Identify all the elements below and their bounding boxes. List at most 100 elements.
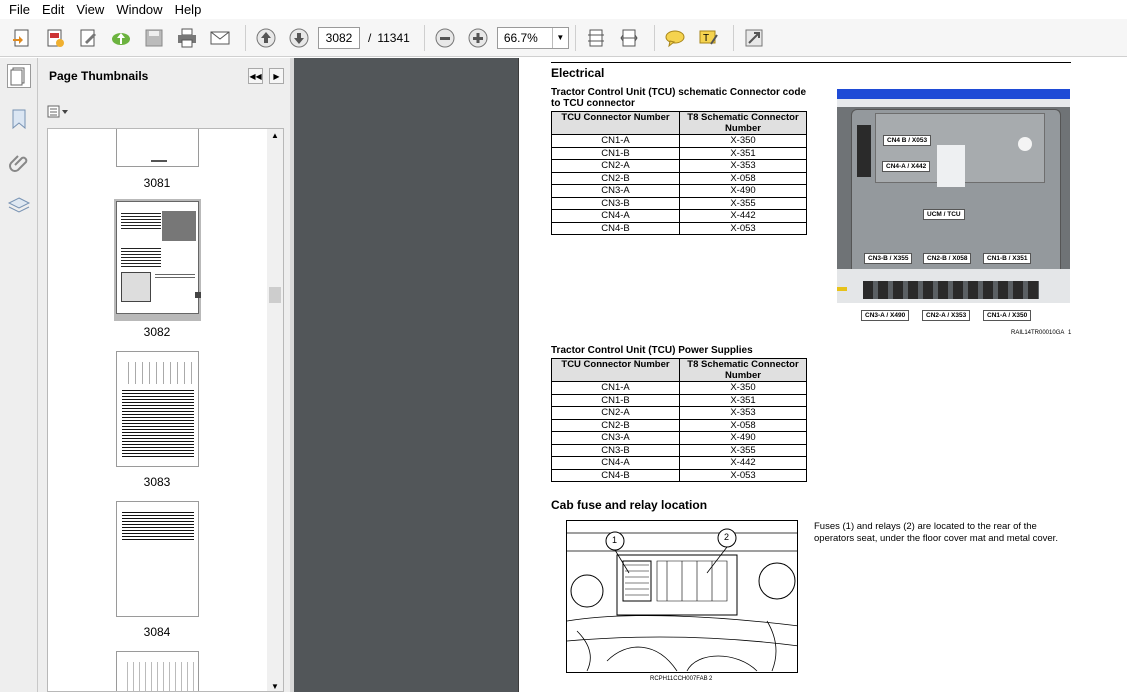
menu-file[interactable]: File [3,0,36,19]
next-page-icon[interactable] [285,24,313,52]
t8-connector-cell: X-351 [679,146,807,160]
toolbar: 3082 / 11341 66.7% ▼ T [0,19,1127,57]
layers-icon[interactable] [7,194,31,218]
zoom-in-icon[interactable] [464,24,492,52]
table-row: CN2-A X-353 [551,159,807,173]
expand-icon[interactable] [740,24,768,52]
save-icon[interactable] [140,24,168,52]
t8-connector-cell: X-350 [679,381,807,395]
thumbnail-page-selected[interactable] [116,201,199,314]
tcu-connector-cell: CN4-B [551,221,680,235]
upload-cloud-icon[interactable] [107,24,135,52]
panel-title: Page Thumbnails [49,69,149,83]
menu-help[interactable]: Help [169,0,208,19]
table-row: CN1-B X-351 [551,146,807,160]
comment-icon[interactable] [661,24,689,52]
t8-connector-cell: X-353 [679,406,807,420]
thumbnail-page[interactable] [116,651,199,691]
zoom-select[interactable]: 66.7% ▼ [496,26,569,49]
tcu-connector-cell: CN3-B [551,196,680,210]
table-header: TCU Connector Number [551,111,680,135]
scroll-down-icon[interactable]: ▼ [271,682,279,691]
scroll-up-icon[interactable]: ▲ [271,131,279,140]
edit-icon[interactable] [74,24,102,52]
fit-width-icon[interactable] [615,24,643,52]
label-cn1a: CN1-A / X350 [983,310,1032,321]
page-number-input[interactable]: 3082 [318,26,360,49]
tcu-connector-cell: CN4-A [551,209,680,223]
t8-connector-cell: X-442 [679,209,807,223]
tcu-photo: CN4 B / X053 CN4-A / X442 UCM / TCU CN3-… [837,89,1070,303]
zoom-value: 66.7% [503,30,538,45]
t8-connector-cell: X-350 [679,134,807,148]
tcu-connector-cell: CN1-A [551,134,680,148]
tcu-connector-cell: CN2-B [551,418,680,432]
tcu-connector-cell: CN2-A [551,159,680,173]
t8-connector-cell: X-490 [679,431,807,445]
label-cn4b: CN4 B / X053 [883,135,932,146]
email-icon[interactable] [206,24,234,52]
tcu-connector-cell: CN4-B [551,468,680,482]
panel-collapse-icon[interactable]: ◀◀ [248,68,263,84]
page-thumbnails-icon[interactable] [7,64,31,88]
table2-caption: Tractor Control Unit (TCU) Power Supplie… [551,345,753,356]
t8-connector-cell: X-442 [679,456,807,470]
options-menu-icon[interactable] [47,105,71,119]
table-row: CN3-A X-490 [551,184,807,198]
table-row: CN1-A X-350 [551,134,807,148]
bookmark-icon[interactable] [7,107,31,131]
t8-connector-cell: X-355 [679,443,807,457]
thumbnail-list[interactable]: 3081 3082 3083 3084 ▲ ▼ [47,128,284,692]
open-icon[interactable] [8,24,36,52]
header-rule [551,62,1071,63]
label-cn4a: CN4-A / X442 [882,161,931,172]
tcu-connector-cell: CN2-B [551,171,680,185]
thumbnail-label: 3081 [143,176,171,190]
connector-table: TCU Connector Number T8 Schematic Connect… [551,111,807,235]
table-header: TCU Connector Number [551,358,680,382]
t8-connector-cell: X-058 [679,171,807,185]
prev-page-icon[interactable] [252,24,280,52]
page-separator: / [368,30,372,45]
thumbnail-scrollbar[interactable]: ▲ ▼ [267,129,283,691]
create-pdf-icon[interactable] [41,24,69,52]
thumbnail-page[interactable] [116,501,199,617]
print-icon[interactable] [173,24,201,52]
t8-connector-cell: X-053 [679,221,807,235]
navigation-rail [0,58,38,692]
fuse-description: Fuses (1) and relays (2) are located to … [814,521,1058,544]
label-cn3a: CN3-A / X490 [861,310,910,321]
panel-close-icon[interactable]: ▶ [269,68,284,84]
t8-connector-cell: X-490 [679,184,807,198]
tcu-connector-cell: CN2-A [551,406,680,420]
sketch-number: 2 [709,676,713,682]
t8-connector-cell: X-053 [679,468,807,482]
label-cn2a: CN2-A / X353 [922,310,971,321]
tcu-connector-cell: CN3-B [551,443,680,457]
thumbnail-page[interactable] [116,351,199,467]
tcu-connector-cell: CN3-A [551,184,680,198]
attachment-icon[interactable] [7,151,31,175]
zoom-out-icon[interactable] [431,24,459,52]
table-row: CN3-B X-355 [551,196,807,210]
menu-view[interactable]: View [70,0,110,19]
fit-page-icon[interactable] [582,24,610,52]
scroll-thumb[interactable] [269,287,281,303]
power-supply-table: TCU Connector Number T8 Schematic Connect… [551,358,807,482]
tcu-connector-cell: CN1-B [551,393,680,407]
table-header: T8 Schematic Connector Number [679,111,807,135]
t8-connector-cell: X-355 [679,196,807,210]
menu-window[interactable]: Window [110,0,168,19]
label-cn1b: CN1-B / X351 [983,253,1032,264]
highlight-icon[interactable]: T [694,24,722,52]
table-row: CN1-A X-350 [551,381,807,395]
page-total: 11341 [377,30,410,45]
document-background [294,58,518,692]
thumbnail-page[interactable] [116,129,199,167]
menu-edit[interactable]: Edit [36,0,70,19]
table-row: CN4-B X-053 [551,468,807,482]
fuse-relay-sketch: 1 2 [566,520,798,673]
svg-text:T: T [703,33,709,44]
chevron-down-icon[interactable]: ▼ [551,27,568,48]
table1-caption: Tractor Control Unit (TCU) schematic Con… [551,87,807,109]
